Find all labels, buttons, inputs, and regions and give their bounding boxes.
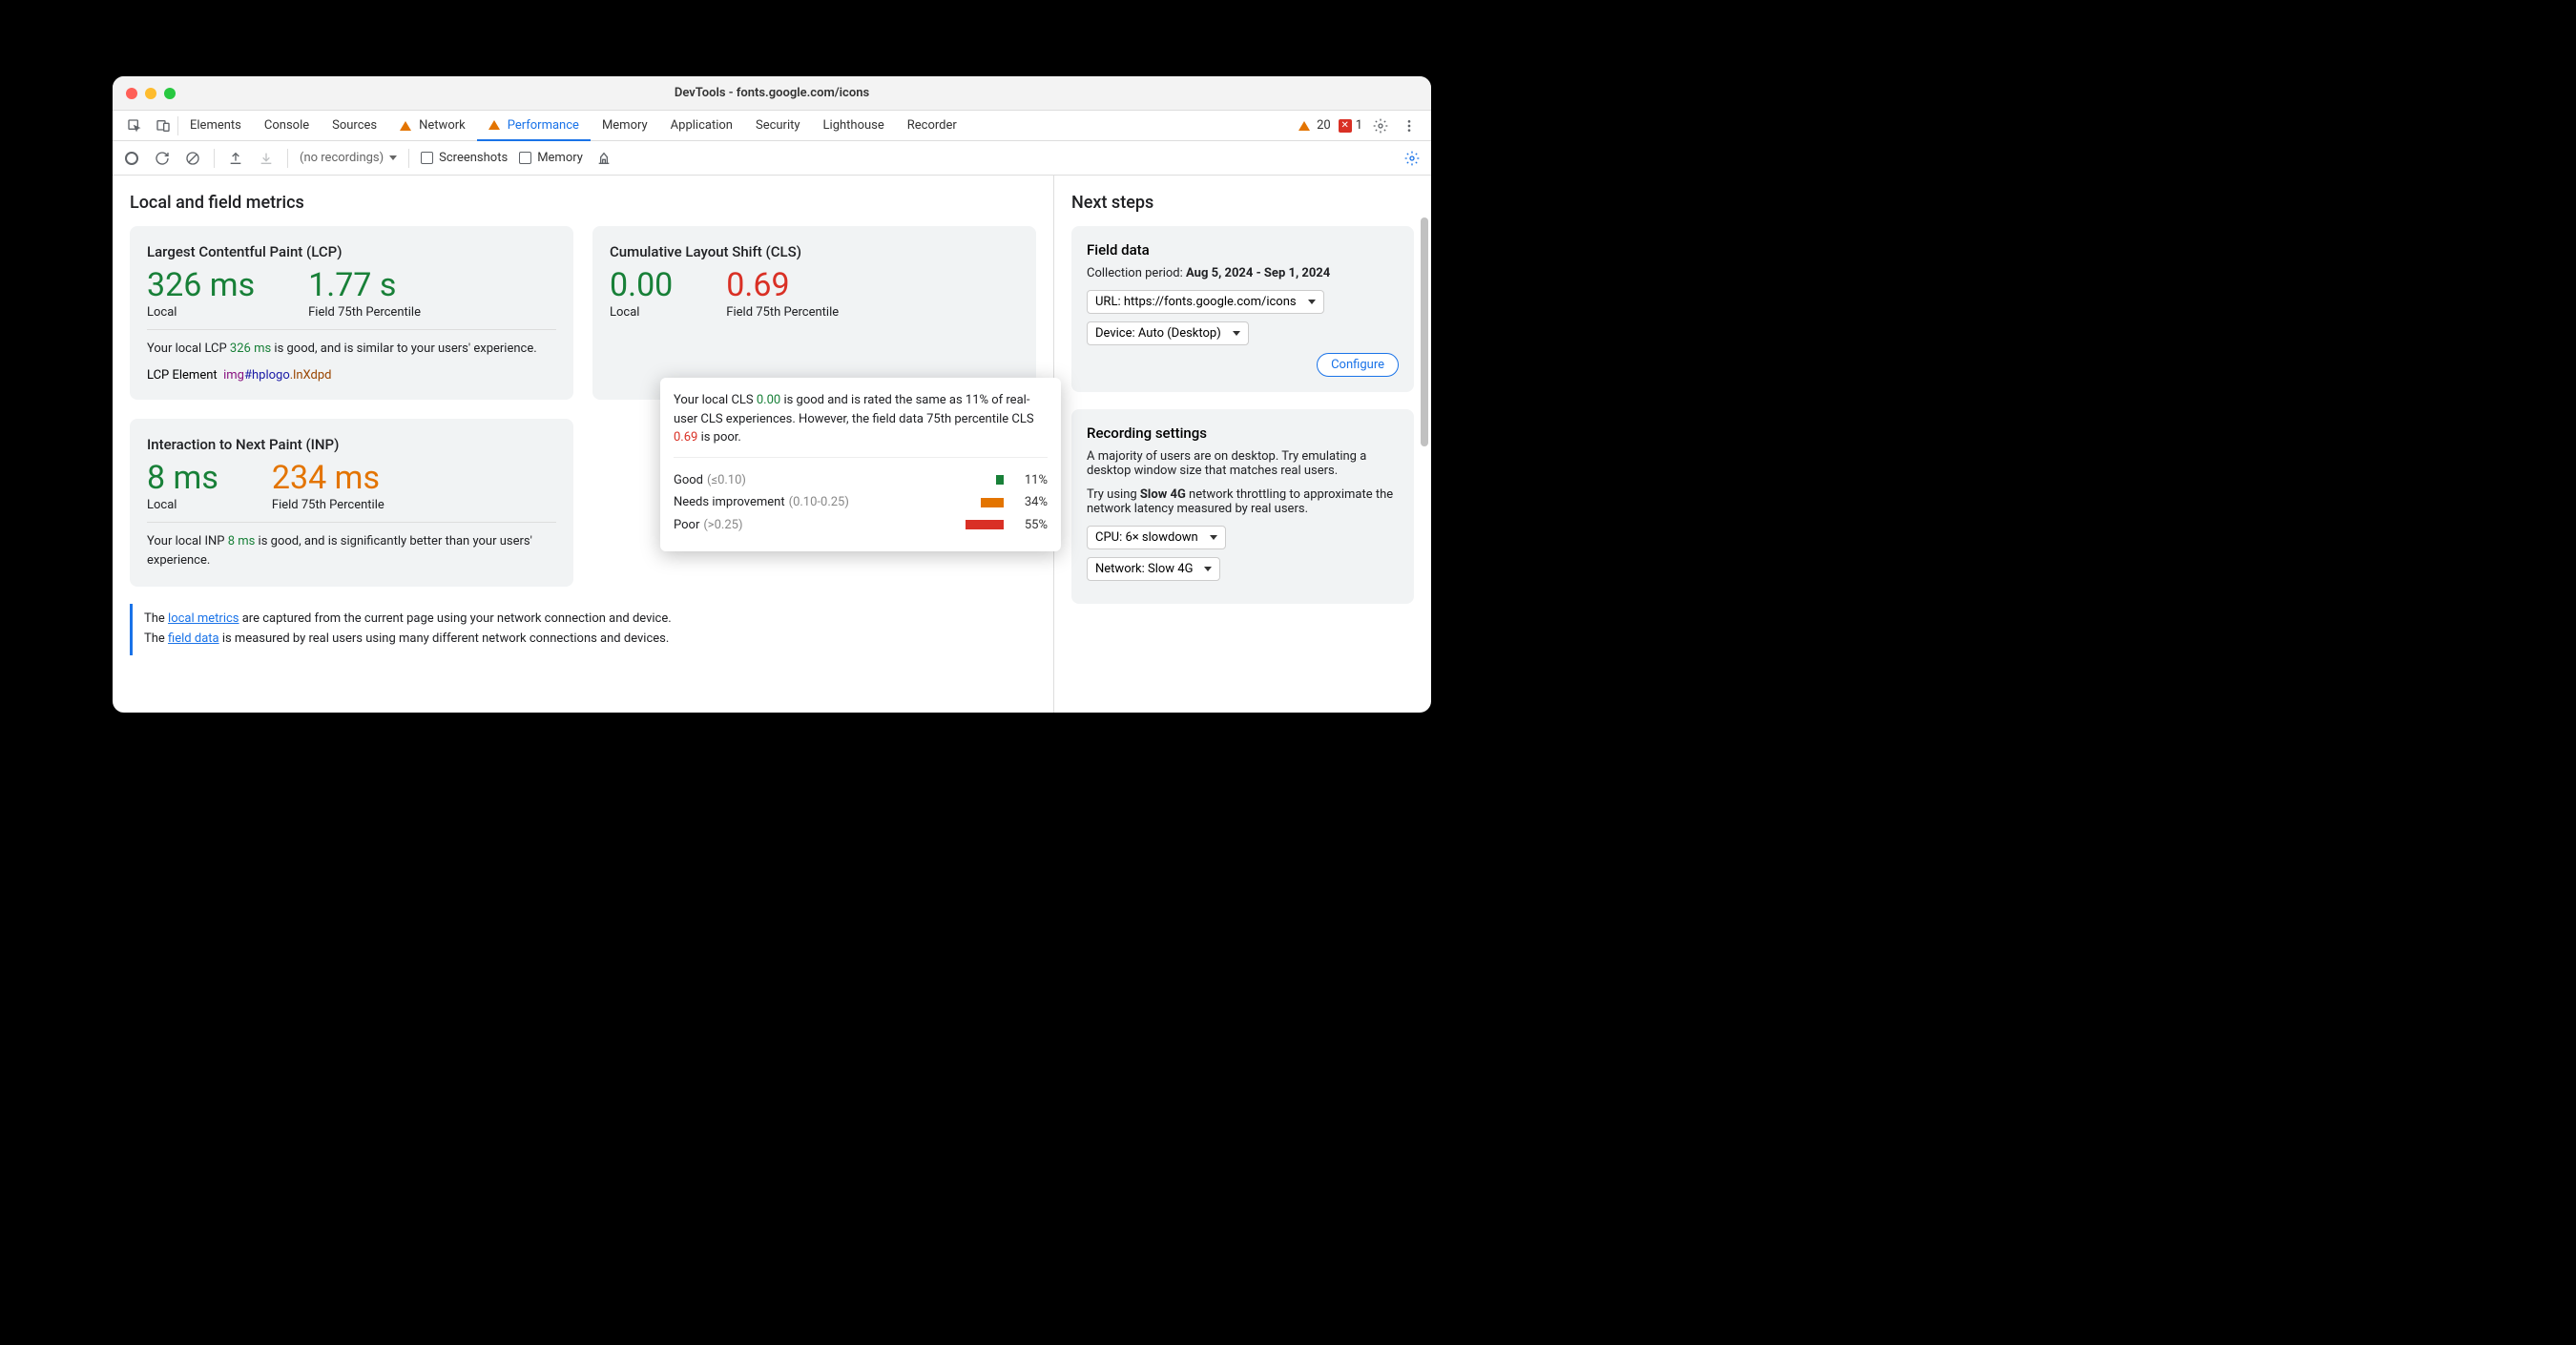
upload-icon[interactable] (226, 149, 245, 168)
minimize-icon[interactable] (145, 88, 156, 99)
inp-card: Interaction to Next Paint (INP) 8 msLoca… (130, 419, 573, 587)
warning-icon (1298, 121, 1310, 131)
lcp-description: Your local LCP 326 ms is good, and is si… (147, 340, 556, 359)
chevron-down-icon (1210, 535, 1217, 540)
sidebar: Next steps Field data Collection period:… (1054, 176, 1431, 713)
device-icon[interactable] (155, 117, 172, 134)
gear-icon[interactable] (1372, 117, 1389, 134)
good-bar (996, 475, 1004, 485)
inspect-icon[interactable] (126, 117, 143, 134)
chevron-down-icon (1233, 331, 1240, 336)
cls-field-value: 0.69 (726, 268, 839, 303)
warnings-badge[interactable]: 20 (1298, 118, 1331, 133)
chevron-down-icon (1308, 300, 1316, 304)
tab-recorder[interactable]: Recorder (896, 111, 968, 141)
perf-toolbar: (no recordings) Screenshots Memory (113, 141, 1431, 176)
card-title: Largest Contentful Paint (LCP) (147, 243, 556, 260)
zoom-icon[interactable] (164, 88, 176, 99)
window-title: DevTools - fonts.google.com/icons (675, 86, 869, 100)
chevron-down-icon (389, 155, 397, 160)
tab-lighthouse[interactable]: Lighthouse (812, 111, 896, 141)
poor-bar (966, 520, 1004, 529)
cls-distribution: Good(≤0.10)11% Needs improvement(0.10-0.… (674, 457, 1048, 535)
configure-button[interactable]: Configure (1317, 353, 1399, 377)
cpu-select[interactable]: CPU: 6× slowdown (1087, 526, 1226, 549)
lcp-element[interactable]: LCP Element img#hplogo.lnXdpd (147, 368, 556, 383)
error-icon: ✕ (1339, 119, 1352, 133)
tab-console[interactable]: Console (253, 111, 321, 141)
errors-badge[interactable]: ✕1 (1339, 118, 1362, 133)
settings-gear-icon[interactable] (1402, 149, 1422, 168)
scrollbar[interactable] (1421, 217, 1428, 446)
network-select[interactable]: Network: Slow 4G (1087, 557, 1220, 581)
tab-security[interactable]: Security (744, 111, 812, 141)
checkbox-icon (421, 152, 433, 164)
card-title: Interaction to Next Paint (INP) (147, 436, 556, 453)
tab-memory[interactable]: Memory (591, 111, 659, 141)
more-icon[interactable] (1401, 117, 1418, 134)
tab-performance[interactable]: Performance (477, 111, 591, 141)
chevron-down-icon (1204, 567, 1212, 571)
tab-application[interactable]: Application (659, 111, 744, 141)
device-select[interactable]: Device: Auto (Desktop) (1087, 321, 1249, 345)
record-button[interactable] (122, 149, 141, 168)
metrics-footer: The local metrics are captured from the … (130, 604, 1036, 655)
garbage-icon[interactable] (594, 149, 613, 168)
cls-card: Cumulative Layout Shift (CLS) 0.00Local … (592, 226, 1036, 400)
card-title: Cumulative Layout Shift (CLS) (610, 243, 1019, 260)
lcp-field-value: 1.77 s (308, 268, 421, 303)
local-metrics-link[interactable]: local metrics (168, 611, 239, 626)
lcp-local-value: 326 ms (147, 268, 255, 303)
cls-local-value: 0.00 (610, 268, 673, 303)
traffic-lights (113, 88, 176, 99)
recording-settings-panel: Recording settings A majority of users a… (1071, 409, 1414, 604)
devtools-window: DevTools - fonts.google.com/icons Elemen… (113, 76, 1431, 713)
field-data-link[interactable]: field data (168, 631, 219, 646)
url-select[interactable]: URL: https://fonts.google.com/icons (1087, 290, 1324, 314)
cls-tooltip: Your local CLS 0.00 is good and is rated… (660, 378, 1061, 551)
titlebar: DevTools - fonts.google.com/icons (113, 76, 1431, 111)
tab-sources[interactable]: Sources (321, 111, 388, 141)
tab-network[interactable]: Network (388, 111, 477, 141)
reload-button[interactable] (153, 149, 172, 168)
close-icon[interactable] (126, 88, 137, 99)
lcp-card: Largest Contentful Paint (LCP) 326 msLoc… (130, 226, 573, 400)
inp-description: Your local INP 8 ms is good, and is sign… (147, 532, 556, 569)
checkbox-icon (519, 152, 531, 164)
tab-elements[interactable]: Elements (178, 111, 253, 141)
recordings-select[interactable]: (no recordings) (300, 151, 397, 165)
screenshots-checkbox[interactable]: Screenshots (421, 151, 508, 165)
warning-icon (488, 120, 500, 130)
ni-bar (981, 498, 1004, 507)
inp-field-value: 234 ms (272, 461, 384, 496)
inp-local-value: 8 ms (147, 461, 218, 496)
warning-icon (400, 121, 411, 131)
side-heading: Next steps (1071, 193, 1414, 213)
main-heading: Local and field metrics (130, 193, 1036, 213)
memory-checkbox[interactable]: Memory (519, 151, 583, 165)
field-data-panel: Field data Collection period: Aug 5, 202… (1071, 226, 1414, 392)
download-icon[interactable] (257, 149, 276, 168)
panel-tabs: Elements Console Sources Network Perform… (113, 111, 1431, 141)
clear-button[interactable] (183, 149, 202, 168)
